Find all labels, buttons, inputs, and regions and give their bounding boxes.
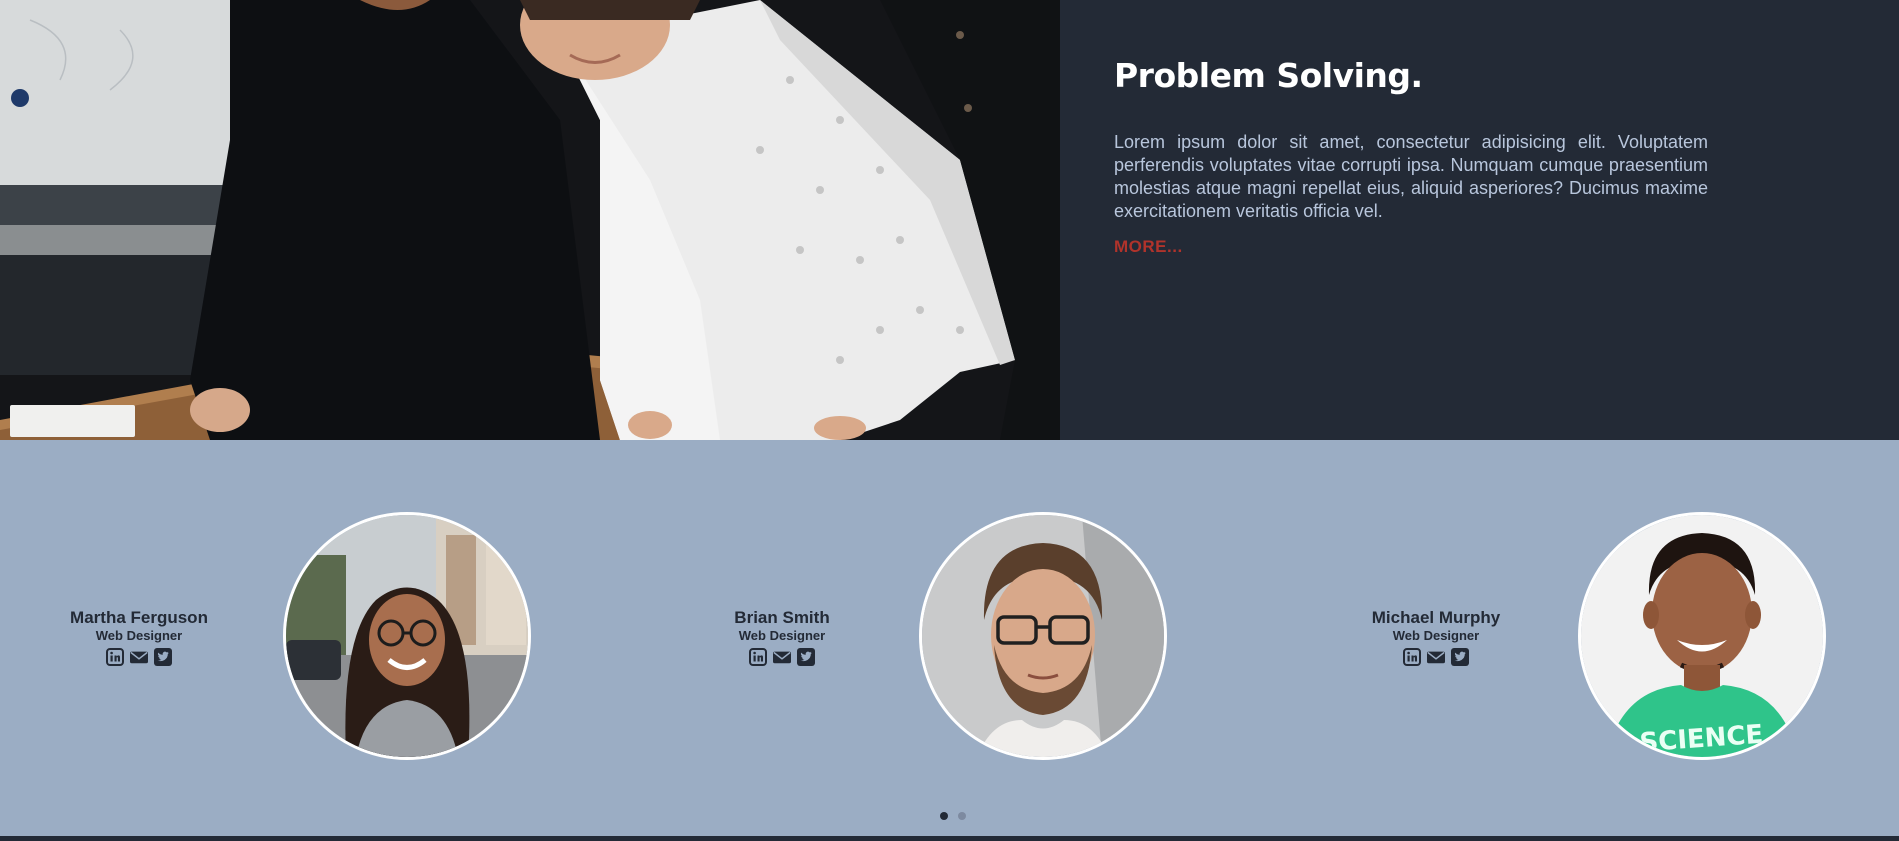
carousel-dot-2[interactable] xyxy=(958,812,966,820)
envelope-icon[interactable] xyxy=(130,648,148,666)
member-photo: SCIENCE xyxy=(1578,512,1826,760)
feature-body: Lorem ipsum dolor sit amet, consectetur … xyxy=(1114,132,1708,221)
linkedin-icon[interactable] xyxy=(749,648,767,666)
bottom-bar xyxy=(0,836,1899,841)
member-role: Web Designer xyxy=(95,628,183,643)
feature-panel: Problem Solving. Lorem ipsum dolor sit a… xyxy=(1060,0,1899,440)
member-name: Michael Murphy xyxy=(1371,608,1501,627)
member-photo xyxy=(283,512,531,760)
carousel-dot-1[interactable] xyxy=(940,812,948,820)
twitter-icon[interactable] xyxy=(1451,648,1469,666)
envelope-icon[interactable] xyxy=(773,648,791,666)
social-links xyxy=(682,648,882,666)
team-section: Martha Ferguson Web Designer Brian Smith… xyxy=(0,440,1899,836)
social-links xyxy=(1336,648,1536,666)
member-info: Brian Smith Web Designer xyxy=(682,608,882,666)
member-name: Brian Smith xyxy=(734,608,830,627)
twitter-icon[interactable] xyxy=(797,648,815,666)
carousel-dots xyxy=(940,812,966,820)
envelope-icon[interactable] xyxy=(1427,648,1445,666)
twitter-icon[interactable] xyxy=(154,648,172,666)
member-photo xyxy=(919,512,1167,760)
member-name: Martha Ferguson xyxy=(70,608,208,627)
member-role: Web Designer xyxy=(738,628,826,643)
social-links xyxy=(39,648,239,666)
member-info: Michael Murphy Web Designer xyxy=(1336,608,1536,666)
team-meeting-photo xyxy=(0,0,1060,440)
linkedin-icon[interactable] xyxy=(1403,648,1421,666)
more-link[interactable]: MORE... xyxy=(1114,237,1183,257)
feature-title: Problem Solving. xyxy=(1114,56,1423,95)
hero-section: Problem Solving. Lorem ipsum dolor sit a… xyxy=(0,0,1899,440)
member-info: Martha Ferguson Web Designer xyxy=(39,608,239,666)
linkedin-icon[interactable] xyxy=(106,648,124,666)
member-role: Web Designer xyxy=(1392,628,1480,643)
